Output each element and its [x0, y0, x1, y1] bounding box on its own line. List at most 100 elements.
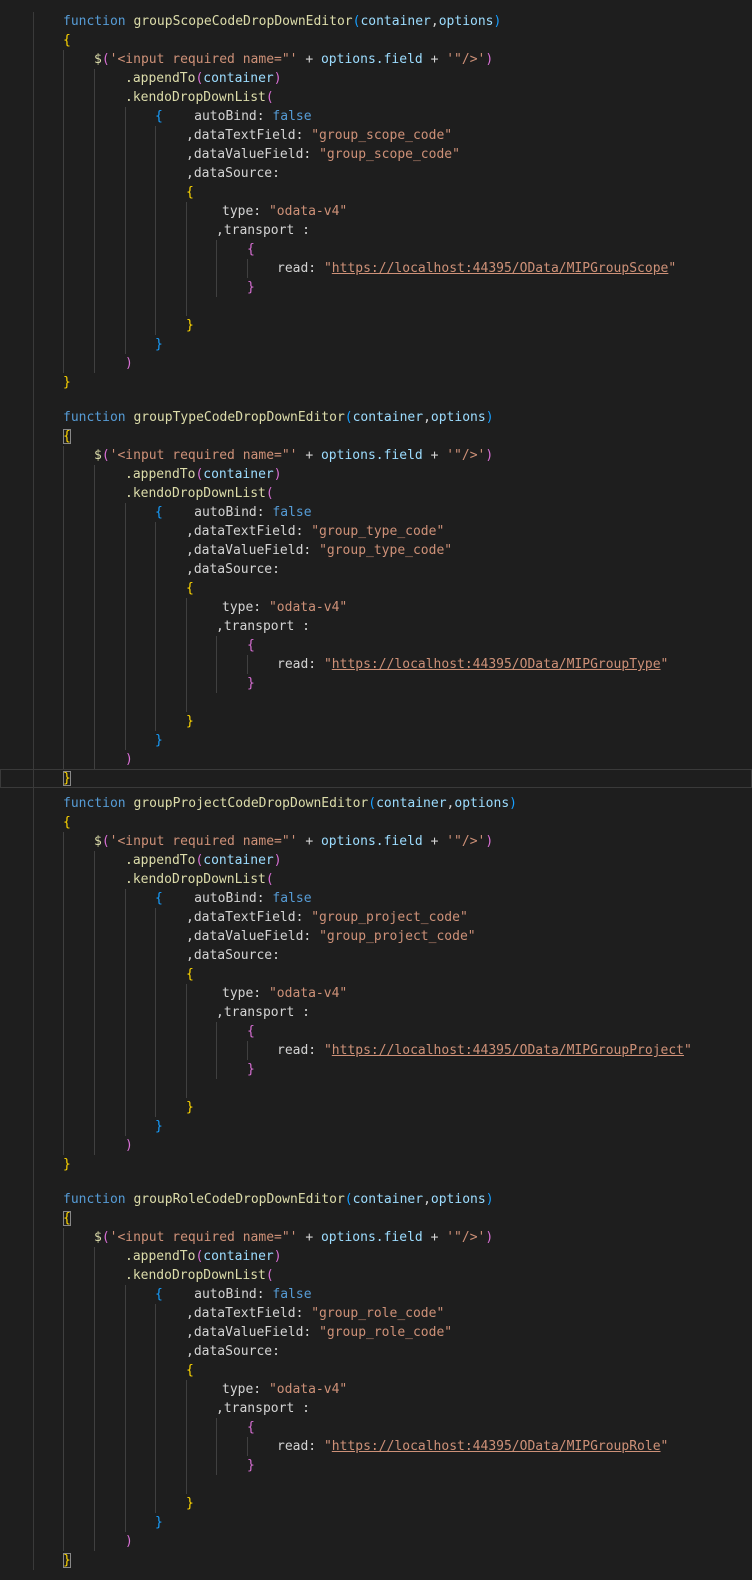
- code-line[interactable]: type: "odata-v4": [0, 598, 752, 617]
- code-line[interactable]: function groupRoleCodeDropDownEditor(con…: [0, 1190, 752, 1209]
- code-line[interactable]: ,dataValueField: "group_project_code": [0, 927, 752, 946]
- code-line[interactable]: ,dataSource:: [0, 560, 752, 579]
- code-line[interactable]: ,dataValueField: "group_role_code": [0, 1323, 752, 1342]
- code-line[interactable]: {: [0, 965, 752, 984]
- code-line[interactable]: {: [0, 1022, 752, 1041]
- code-line[interactable]: ): [0, 1136, 752, 1155]
- code-line[interactable]: .kendoDropDownList(: [0, 88, 752, 107]
- code-text: {: [186, 1361, 194, 1380]
- param-options: options: [430, 1192, 486, 1207]
- code-line[interactable]: function groupProjectCodeDropDownEditor(…: [0, 794, 752, 813]
- code-line[interactable]: {: [0, 1361, 752, 1380]
- code-text: }: [63, 769, 71, 788]
- code-line[interactable]: $('<input required name="' + options.fie…: [0, 50, 752, 69]
- code-line[interactable]: ,dataValueField: "group_type_code": [0, 541, 752, 560]
- indent-guide: [186, 1475, 187, 1494]
- code-line[interactable]: ,dataSource:: [0, 1342, 752, 1361]
- code-line[interactable]: ): [0, 1532, 752, 1551]
- code-line[interactable]: { autoBind: false: [0, 107, 752, 126]
- function-name: groupRoleCodeDropDownEditor: [133, 1192, 345, 1207]
- code-line[interactable]: read: "https://localhost:44395/OData/MIP…: [0, 655, 752, 674]
- code-line[interactable]: ,transport :: [0, 1003, 752, 1022]
- url-link[interactable]: https://localhost:44395/OData/MIPGroupTy…: [332, 657, 661, 672]
- code-line[interactable]: {: [0, 183, 752, 202]
- code-line[interactable]: .appendTo(container): [0, 851, 752, 870]
- code-line[interactable]: }: [0, 1456, 752, 1475]
- code-line[interactable]: }: [0, 1060, 752, 1079]
- code-line[interactable]: type: "odata-v4": [0, 1380, 752, 1399]
- code-line[interactable]: }: [0, 712, 752, 731]
- code-line[interactable]: { autoBind: false: [0, 503, 752, 522]
- code-line[interactable]: }: [0, 316, 752, 335]
- indent-guide: [63, 278, 64, 297]
- code-line[interactable]: [0, 1475, 752, 1494]
- code-line[interactable]: {: [0, 636, 752, 655]
- code-line[interactable]: ,dataSource:: [0, 946, 752, 965]
- code-line[interactable]: }: [0, 335, 752, 354]
- code-line[interactable]: {: [0, 1418, 752, 1437]
- code-line[interactable]: }: [0, 1494, 752, 1513]
- code-token: read:: [277, 1439, 317, 1454]
- code-line[interactable]: .appendTo(container): [0, 465, 752, 484]
- code-line[interactable]: [0, 1079, 752, 1098]
- code-line[interactable]: ): [0, 354, 752, 373]
- code-line[interactable]: }: [0, 1155, 752, 1174]
- code-line[interactable]: }: [0, 1513, 752, 1532]
- code-line[interactable]: ,transport :: [0, 221, 752, 240]
- code-line[interactable]: type: "odata-v4": [0, 202, 752, 221]
- code-line[interactable]: { autoBind: false: [0, 1285, 752, 1304]
- code-line[interactable]: read: "https://localhost:44395/OData/MIP…: [0, 259, 752, 278]
- code-line[interactable]: $('<input required name="' + options.fie…: [0, 832, 752, 851]
- code-line[interactable]: }: [0, 373, 752, 392]
- code-line[interactable]: .appendTo(container): [0, 1247, 752, 1266]
- code-line[interactable]: {: [0, 1209, 752, 1228]
- code-line[interactable]: }: [0, 731, 752, 750]
- code-editor[interactable]: function groupScopeCodeDropDownEditor(co…: [0, 0, 752, 1580]
- indent-guide: [33, 693, 34, 712]
- code-line[interactable]: }: [0, 769, 752, 788]
- code-line[interactable]: function groupTypeCodeDropDownEditor(con…: [0, 408, 752, 427]
- code-line[interactable]: read: "https://localhost:44395/OData/MIP…: [0, 1437, 752, 1456]
- code-line[interactable]: }: [0, 1098, 752, 1117]
- code-line[interactable]: }: [0, 674, 752, 693]
- code-line[interactable]: {: [0, 31, 752, 50]
- code-line[interactable]: ,dataTextField: "group_scope_code": [0, 126, 752, 145]
- url-link[interactable]: https://localhost:44395/OData/MIPGroupPr…: [332, 1043, 684, 1058]
- code-line[interactable]: function groupScopeCodeDropDownEditor(co…: [0, 12, 752, 31]
- code-line[interactable]: ,dataTextField: "group_project_code": [0, 908, 752, 927]
- code-line[interactable]: .kendoDropDownList(: [0, 1266, 752, 1285]
- code-line[interactable]: {: [0, 813, 752, 832]
- code-line[interactable]: $('<input required name="' + options.fie…: [0, 1228, 752, 1247]
- code-line[interactable]: ,dataTextField: "group_role_code": [0, 1304, 752, 1323]
- indent-guide: [63, 908, 64, 927]
- code-line[interactable]: {: [0, 427, 752, 446]
- code-line[interactable]: ,transport :: [0, 1399, 752, 1418]
- code-line[interactable]: }: [0, 1551, 752, 1570]
- code-line[interactable]: read: "https://localhost:44395/OData/MIP…: [0, 1041, 752, 1060]
- code-line[interactable]: type: "odata-v4": [0, 984, 752, 1003]
- indent-guide: [247, 1041, 248, 1060]
- code-line[interactable]: .kendoDropDownList(: [0, 870, 752, 889]
- code-token: '"/>': [446, 834, 486, 849]
- code-token: container: [203, 853, 274, 868]
- indent-guide: [63, 636, 64, 655]
- code-line[interactable]: }: [0, 278, 752, 297]
- code-line[interactable]: $('<input required name="' + options.fie…: [0, 446, 752, 465]
- code-line[interactable]: ,dataSource:: [0, 164, 752, 183]
- code-line[interactable]: { autoBind: false: [0, 889, 752, 908]
- code-line[interactable]: }: [0, 1117, 752, 1136]
- url-link[interactable]: https://localhost:44395/OData/MIPGroupRo…: [332, 1439, 661, 1454]
- code-line[interactable]: ,transport :: [0, 617, 752, 636]
- code-line[interactable]: {: [0, 579, 752, 598]
- code-line[interactable]: [0, 297, 752, 316]
- code-line[interactable]: ,dataTextField: "group_type_code": [0, 522, 752, 541]
- code-line[interactable]: ,dataValueField: "group_scope_code": [0, 145, 752, 164]
- code-line[interactable]: .kendoDropDownList(: [0, 484, 752, 503]
- code-line[interactable]: [0, 693, 752, 712]
- code-text: function groupProjectCodeDropDownEditor(…: [63, 794, 517, 813]
- code-line[interactable]: ): [0, 750, 752, 769]
- code-line[interactable]: .appendTo(container): [0, 69, 752, 88]
- code-line[interactable]: {: [0, 240, 752, 259]
- url-link[interactable]: https://localhost:44395/OData/MIPGroupSc…: [332, 261, 669, 276]
